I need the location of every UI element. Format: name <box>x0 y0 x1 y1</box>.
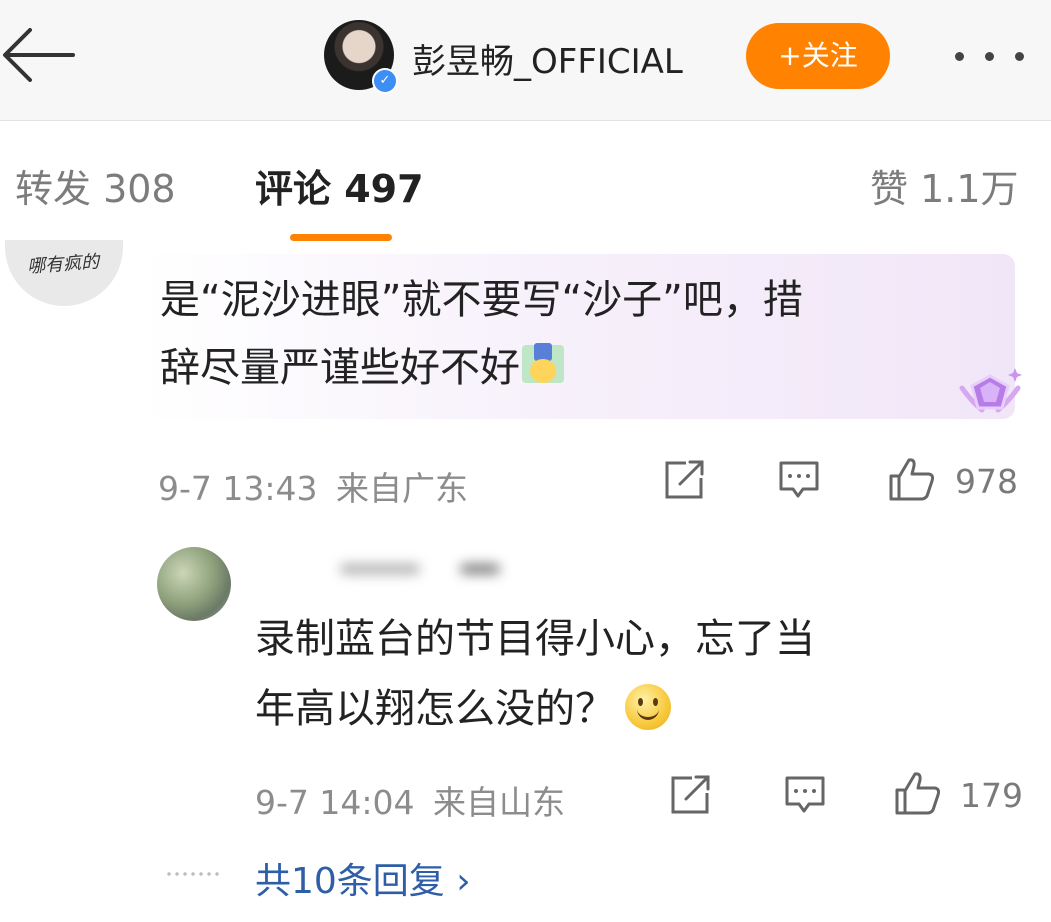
like-count: 978 <box>955 462 1018 501</box>
timestamp: 9-7 13:43 <box>158 469 318 508</box>
like-thumb-icon[interactable] <box>887 456 937 506</box>
timestamp: 9-7 14:04 <box>255 783 415 822</box>
comment-line: 是“泥沙进眼”就不要写“沙子”吧，措 <box>160 277 803 323</box>
diamond-fan-badge-icon <box>958 362 1022 422</box>
comment-line-with-emoji: 年高以翔怎么没的？ <box>255 674 1015 744</box>
active-tab-indicator <box>290 234 392 241</box>
commenter-avatar[interactable]: 哪有疯的 <box>5 240 123 306</box>
tab-comments[interactable]: 评论 497 <box>255 158 424 213</box>
location: 来自山东 <box>433 783 565 822</box>
location: 来自广东 <box>336 469 468 508</box>
blurred-username <box>340 550 510 586</box>
verified-badge-icon: ✓ <box>372 68 398 94</box>
view-replies-link[interactable]: 共10条回复 › <box>255 852 471 904</box>
comment-line-with-emoji: 辞尽量严谨些好不好 <box>160 334 980 402</box>
tab-reposts[interactable]: 转发 308 <box>15 158 176 213</box>
repost-icon[interactable] <box>668 773 714 821</box>
comment-text: 录制蓝台的节目得小心，忘了当 年高以翔怎么没的？ <box>255 604 1015 744</box>
more-options-icon[interactable] <box>945 30 1035 80</box>
author-name[interactable]: 彭昱畅_OFFICIAL <box>412 34 683 83</box>
commenter-avatar[interactable] <box>157 547 231 621</box>
like-thumb-icon[interactable] <box>893 770 943 820</box>
follow-button[interactable]: +关注 <box>746 23 890 89</box>
like-count: 179 <box>960 776 1023 815</box>
reply-comment-icon[interactable] <box>782 773 828 821</box>
reply-comment-icon[interactable] <box>776 458 822 506</box>
comment-line: 录制蓝台的节目得小心，忘了当 <box>255 616 815 662</box>
comment-line-text: 辞尽量严谨些好不好 <box>160 345 520 391</box>
comment-meta: 9-7 13:43 来自广东 <box>158 462 468 510</box>
smile-icon <box>625 684 671 730</box>
comment-line-text: 年高以翔怎么没的？ <box>255 686 615 732</box>
tab-likes[interactable]: 赞 1.1万 <box>870 158 1019 213</box>
back-arrow-icon[interactable] <box>0 20 80 90</box>
avatar-handwriting: 哪有疯的 <box>26 251 100 278</box>
upside-down-face-icon <box>520 341 566 387</box>
comment-meta: 9-7 14:04 来自山东 <box>255 776 565 824</box>
comment-text: 是“泥沙进眼”就不要写“沙子”吧，措 辞尽量严谨些好不好 <box>160 266 980 402</box>
reply-thread-divider <box>165 872 221 876</box>
repost-icon[interactable] <box>662 458 708 506</box>
